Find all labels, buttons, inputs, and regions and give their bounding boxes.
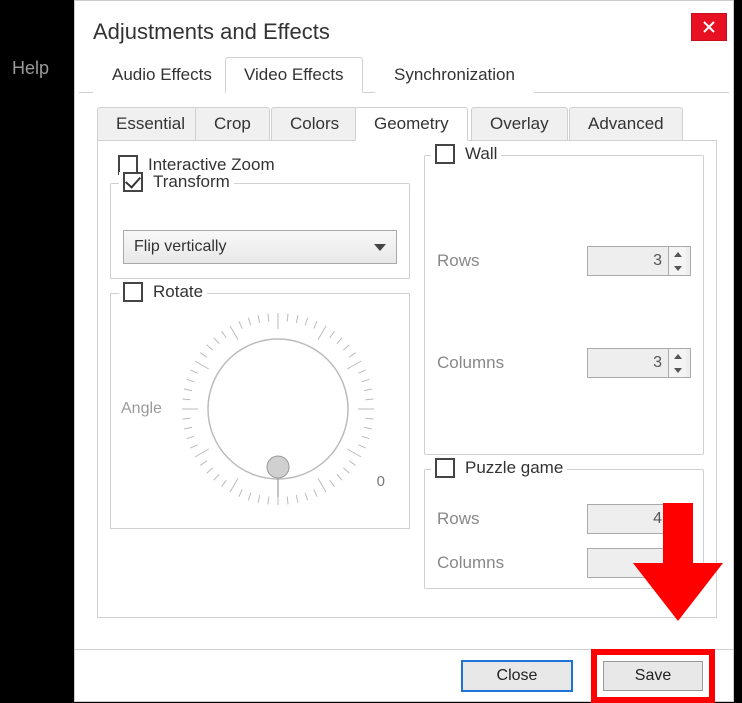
spinner-up-icon[interactable]: [668, 247, 686, 261]
wall-columns-label: Columns: [437, 353, 504, 373]
spinner-down-icon[interactable]: [668, 261, 686, 275]
tab-synchronization[interactable]: Synchronization: [375, 57, 534, 93]
puzzle-columns-label: Columns: [437, 553, 504, 573]
rotate-zero-label: 0: [377, 473, 385, 490]
tab-advanced[interactable]: Advanced: [569, 107, 683, 141]
puzzle-group: Puzzle game Rows 4: [424, 469, 704, 589]
save-button[interactable]: Save: [603, 661, 703, 691]
wall-columns-spinner[interactable]: 3: [587, 348, 691, 378]
chevron-down-icon: [374, 244, 386, 251]
tab-crop[interactable]: Crop: [195, 107, 270, 141]
spinner-down-icon[interactable]: [668, 363, 686, 377]
dialog-title-bar: Adjustments and Effects: [75, 1, 733, 57]
wall-rows-value: 3: [588, 252, 668, 270]
transform-checkbox[interactable]: [123, 172, 143, 192]
puzzle-columns-spinner[interactable]: 4: [587, 548, 691, 578]
rotate-label: Rotate: [153, 282, 203, 302]
tab-geometry[interactable]: Geometry: [355, 107, 468, 141]
close-icon[interactable]: [691, 13, 727, 41]
puzzle-columns-value: 4: [588, 554, 687, 572]
rotate-group: Rotate Angle 0: [110, 293, 410, 529]
save-button-highlight: Save: [591, 649, 715, 703]
wall-checkbox[interactable]: [435, 144, 455, 164]
wall-columns-value: 3: [588, 354, 668, 372]
puzzle-rows-label: Rows: [437, 509, 480, 529]
help-menu-item[interactable]: Help: [12, 58, 49, 79]
transform-combo[interactable]: Flip vertically: [123, 230, 397, 264]
transform-label: Transform: [153, 172, 230, 192]
wall-label: Wall: [465, 144, 497, 164]
transform-combo-value: Flip vertically: [134, 238, 226, 256]
close-button[interactable]: Close: [461, 660, 573, 692]
tab-audio-effects[interactable]: Audio Effects: [93, 57, 231, 93]
wall-rows-spinner[interactable]: 3: [587, 246, 691, 276]
sub-tabs: Essential Crop Colors Geometry Overlay A…: [97, 107, 717, 141]
tab-video-effects[interactable]: Video Effects: [225, 57, 363, 93]
adjustments-effects-dialog: Adjustments and Effects Audio Effects Vi…: [74, 0, 734, 702]
puzzle-rows-spinner[interactable]: 4: [587, 504, 691, 534]
transform-group: Transform Flip vertically: [110, 183, 410, 279]
rotate-dial[interactable]: 0: [173, 304, 383, 514]
tab-colors[interactable]: Colors: [271, 107, 358, 141]
dialog-footer: Close Save: [75, 649, 733, 701]
spinner-up-icon[interactable]: [668, 349, 686, 363]
wall-rows-label: Rows: [437, 251, 480, 271]
spinner-down-icon[interactable]: [668, 519, 686, 533]
dialog-title: Adjustments and Effects: [93, 19, 330, 45]
puzzle-rows-value: 4: [588, 510, 668, 528]
rotate-checkbox[interactable]: [123, 282, 143, 302]
puzzle-label: Puzzle game: [465, 458, 563, 478]
tab-essential[interactable]: Essential: [97, 107, 204, 141]
main-tabs: Audio Effects Video Effects Synchronizat…: [79, 57, 729, 93]
puzzle-checkbox[interactable]: [435, 458, 455, 478]
angle-label: Angle: [121, 400, 167, 418]
spinner-up-icon[interactable]: [668, 505, 686, 519]
wall-group: Wall Rows 3: [424, 155, 704, 455]
geometry-pane: Interactive Zoom Transform Flip vertical…: [97, 141, 717, 618]
tab-overlay[interactable]: Overlay: [471, 107, 568, 141]
